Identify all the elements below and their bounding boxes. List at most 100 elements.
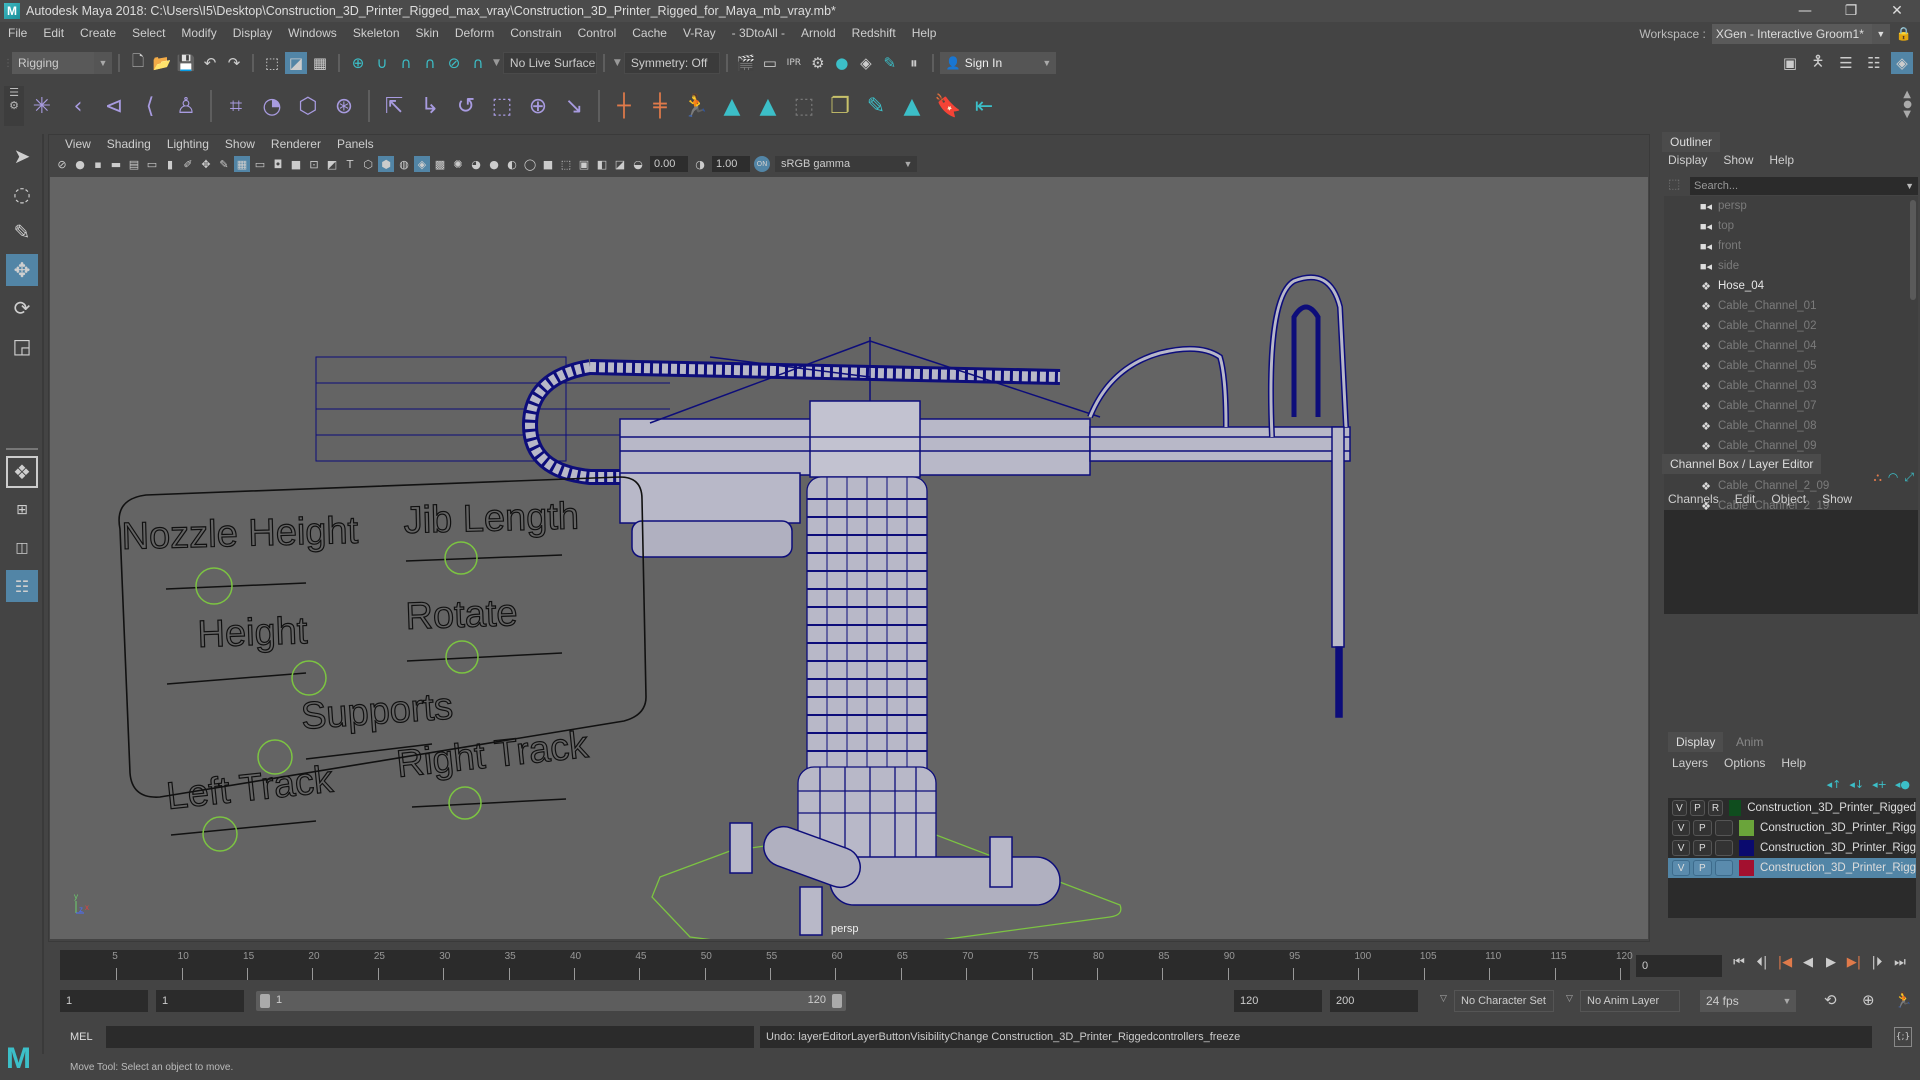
select-tool-icon[interactable]: ➤ — [6, 140, 38, 172]
edit-menu[interactable]: Edit — [1735, 492, 1756, 506]
end-time-field[interactable]: 200 — [1330, 990, 1418, 1012]
bookmarks-icon[interactable]: ▪ — [90, 156, 106, 172]
select-by-object-icon[interactable]: ◪ — [285, 52, 307, 74]
xray-icon[interactable]: ▣ — [576, 156, 592, 172]
outliner-item[interactable]: ■◂ persp — [1664, 196, 1918, 216]
gamma-icon[interactable]: ◑ — [692, 156, 708, 172]
animation-prefs-icon[interactable]: 🏃 — [1894, 991, 1913, 1009]
menu-redshift[interactable]: Redshift — [844, 26, 904, 40]
step-back-key-icon[interactable]: |◀ — [1776, 955, 1794, 970]
options-menu[interactable]: Options — [1724, 756, 1765, 770]
empty-slot-icon[interactable]: ⬚ — [788, 90, 820, 122]
close-button[interactable]: ✕ — [1874, 0, 1920, 22]
range-end-handle[interactable] — [832, 994, 842, 1008]
wireframe-icon[interactable]: ⬡ — [360, 156, 376, 172]
four-view-layout-icon[interactable]: ⊞ — [6, 494, 38, 526]
grid-icon[interactable]: ▦ — [234, 156, 250, 172]
menu-constrain[interactable]: Constrain — [502, 26, 569, 40]
menu-cache[interactable]: Cache — [624, 26, 675, 40]
move-layer-down-icon[interactable]: ◂↓ — [1849, 778, 1864, 791]
two-view-layout-icon[interactable]: ◫ — [6, 532, 38, 564]
human-ik-icon[interactable]: 🯅 — [1807, 52, 1829, 74]
step-forward-key-icon[interactable]: ▶| — [1845, 955, 1863, 970]
chevron-down-icon[interactable]: ▼ — [614, 58, 621, 68]
pole-vector-constraint-icon[interactable]: ↘ — [558, 90, 590, 122]
film-gate-toggle-icon[interactable]: ▭ — [252, 156, 268, 172]
symmetry-field[interactable]: Symmetry: Off — [623, 52, 720, 74]
layer-playback-toggle[interactable]: P — [1693, 840, 1712, 856]
lasso-paint-icon[interactable]: ✎ — [860, 90, 892, 122]
outliner-item[interactable]: ❖ Cable_Channel_07 — [1664, 396, 1918, 416]
play-backwards-icon[interactable]: ◀ — [1799, 955, 1817, 970]
menu-v-ray[interactable]: V-Ray — [675, 26, 724, 40]
snap-grid-icon[interactable]: ⊕ — [347, 52, 369, 74]
command-language-label[interactable]: MEL — [70, 1031, 93, 1043]
ik-handle-icon[interactable]: ‹ — [62, 90, 94, 122]
snap-vertex-icon[interactable]: ∩ — [467, 52, 489, 74]
layer-playback-toggle[interactable]: P — [1690, 800, 1705, 816]
start-time-field[interactable]: 1 — [60, 990, 148, 1012]
minimize-button[interactable]: — — [1782, 0, 1828, 22]
snap-point-icon[interactable]: ∩ — [395, 52, 417, 74]
gate-mask-icon[interactable]: ■ — [288, 156, 304, 172]
mirror-joint-icon[interactable]: ⟨ — [134, 90, 166, 122]
show-menu[interactable]: Show — [1822, 492, 1852, 506]
outliner-menu-display[interactable]: Display — [1668, 153, 1707, 167]
bookmark-add-icon[interactable]: 🔖 — [932, 90, 964, 122]
lattice-icon[interactable]: ⬡ — [292, 90, 324, 122]
outliner-item[interactable]: ❖ Cable_Channel_04 — [1664, 336, 1918, 356]
grease-pencil-tool-icon[interactable]: ✎ — [216, 156, 232, 172]
depth-of-field-icon[interactable]: ■ — [540, 156, 556, 172]
create-joints-icon[interactable]: ✳ — [26, 90, 58, 122]
outliner-item[interactable]: ■◂ top — [1664, 216, 1918, 236]
drag-handle[interactable]: ⋮ — [0, 58, 13, 69]
gamma-field[interactable]: 1.00 — [712, 156, 750, 172]
layer-row[interactable]: V P Construction_3D_Printer_Rigg — [1668, 838, 1916, 858]
viewport-menu-show[interactable]: Show — [217, 137, 263, 153]
exposure-field[interactable]: 0.00 — [650, 156, 688, 172]
color-management-icon[interactable]: ON — [754, 156, 770, 172]
manipulator-icon[interactable]: ⛬ — [1874, 470, 1882, 485]
render-frame-icon[interactable]: ▭ — [759, 52, 781, 74]
menu-file[interactable]: File — [0, 26, 35, 40]
attribute-editor-icon[interactable]: ☰ — [1835, 52, 1857, 74]
outliner-scrollbar[interactable] — [1910, 200, 1916, 300]
current-frame-field[interactable]: 0 — [1636, 955, 1722, 977]
outliner-item[interactable]: ❖ Cable_Channel_05 — [1664, 356, 1918, 376]
select-camera-icon[interactable]: ⊘ — [54, 156, 70, 172]
workspace-dropdown[interactable]: XGen - Interactive Groom1* ▼ — [1711, 24, 1890, 44]
render-settings-icon[interactable]: ⚙ — [807, 52, 829, 74]
channel-box-area[interactable] — [1664, 510, 1918, 614]
aim-constraint-icon[interactable]: ⊕ — [522, 90, 554, 122]
outliner-item[interactable]: ❖ Cable_Channel_08 — [1664, 416, 1918, 436]
menu-select[interactable]: Select — [124, 26, 173, 40]
menu-windows[interactable]: Windows — [280, 26, 345, 40]
wireframe-on-shaded-icon[interactable]: ◈ — [414, 156, 430, 172]
resolution-gate-icon[interactable]: ◘ — [270, 156, 286, 172]
insert-key-icon[interactable]: ⇤ — [968, 90, 1000, 122]
outliner-item[interactable]: ❖ Cable_Channel_01 — [1664, 296, 1918, 316]
speed-icon[interactable]: ◠ — [1888, 470, 1898, 485]
snap-live-icon[interactable]: ⊘ — [443, 52, 465, 74]
xray-joints-icon[interactable]: ◧ — [594, 156, 610, 172]
viewport-menu-panels[interactable]: Panels — [329, 137, 382, 153]
character-icon[interactable]: 🏃 — [680, 90, 712, 122]
quick-rig-icon[interactable]: ♙ — [170, 90, 202, 122]
screen-space-ao-icon[interactable]: ● — [486, 156, 502, 172]
viewport-menu-view[interactable]: View — [57, 137, 99, 153]
motion-blur-icon[interactable]: ◐ — [504, 156, 520, 172]
field-chart-icon[interactable]: ⊡ — [306, 156, 322, 172]
layer-reference-toggle[interactable]: R — [1708, 800, 1723, 816]
single-view-layout-icon[interactable]: ❖ — [6, 456, 38, 488]
smooth-shade-icon[interactable]: ⬢ — [378, 156, 394, 172]
anti-aliasing-icon[interactable]: ◯ — [522, 156, 538, 172]
rotate-tool-icon[interactable]: ⟳ — [6, 292, 38, 324]
camera-attributes-icon[interactable]: ● — [72, 156, 88, 172]
light-editor-icon[interactable]: ✎ — [879, 52, 901, 74]
menu-3dtoall[interactable]: - 3DtoAll - — [724, 26, 793, 40]
outliner-search-input[interactable]: Search... ▼ — [1690, 177, 1918, 195]
viewport-menu-renderer[interactable]: Renderer — [263, 137, 329, 153]
loop-icon[interactable]: ⟲ — [1824, 991, 1837, 1009]
menu-deform[interactable]: Deform — [447, 26, 502, 40]
object-menu[interactable]: Object — [1771, 492, 1806, 506]
